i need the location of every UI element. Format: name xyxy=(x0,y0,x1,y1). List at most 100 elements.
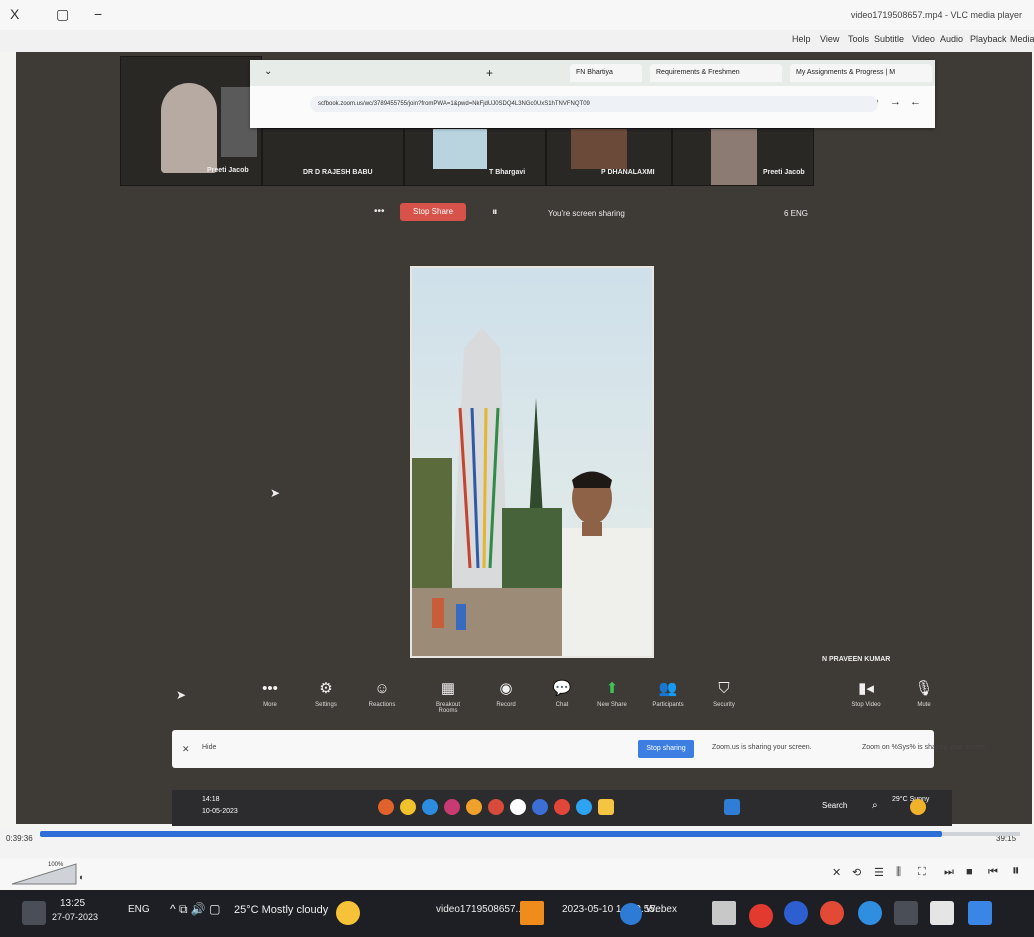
speaker-icon[interactable]: ◖ xyxy=(78,872,83,882)
edge-icon[interactable] xyxy=(858,901,882,925)
vlc-icon[interactable] xyxy=(520,901,544,925)
app-icon[interactable] xyxy=(784,901,808,925)
menu-view[interactable]: View xyxy=(820,34,839,44)
app-icon[interactable] xyxy=(532,799,548,815)
menu-help[interactable]: Help xyxy=(792,34,811,44)
chevron-down-icon[interactable]: ⌄ xyxy=(264,66,272,77)
app-icon[interactable] xyxy=(400,799,416,815)
breakout-rooms-icon: ▦ xyxy=(440,680,456,697)
breakout-rooms-button[interactable]: ▦ Breakout Rooms xyxy=(428,676,468,714)
maximize-window-button[interactable]: ▢ xyxy=(56,6,69,23)
record-button[interactable]: ◉ Record xyxy=(486,676,526,708)
vlc-menu-bar: Media Playback Audio Video Subtitle Tool… xyxy=(0,30,1034,52)
taskbar-search[interactable]: Search xyxy=(822,801,847,810)
new-share-button[interactable]: ⬆ New Share xyxy=(592,676,632,708)
pause-button[interactable]: ⏸ xyxy=(1012,862,1020,879)
browser-tab[interactable]: FN Bhartiya xyxy=(570,64,642,82)
taskbar-item-vlc[interactable]: video1719508657... xyxy=(436,904,524,915)
settings-button[interactable]: ⚙ Settings xyxy=(306,676,346,708)
toolbar-label: Participants xyxy=(652,702,684,708)
app-icon[interactable] xyxy=(510,799,526,815)
reactions-button[interactable]: ☺ Reactions xyxy=(362,676,402,708)
participant-name: Preeti Jacob xyxy=(763,169,805,176)
notify-text: Zoom on %Sys% is sharing your screen. xyxy=(862,744,989,751)
url-input[interactable]: scfbook.zoom.us/wc/3789455755/join?fromP… xyxy=(310,96,878,112)
participant-video xyxy=(161,83,217,173)
chrome-icon[interactable] xyxy=(820,901,844,925)
mouse-pointer-icon: ➤ xyxy=(176,688,187,702)
browser-tab[interactable]: My Assignments & Progress | M xyxy=(790,64,932,82)
stop-icon[interactable]: ■ xyxy=(966,866,973,878)
task-view-icon[interactable] xyxy=(894,901,918,925)
forward-icon[interactable]: → xyxy=(890,96,901,108)
menu-video[interactable]: Video xyxy=(912,34,935,44)
fullscreen-icon[interactable]: ⛶ xyxy=(918,866,926,879)
volume-slider[interactable] xyxy=(10,862,80,886)
menu-audio[interactable]: Audio xyxy=(940,34,963,44)
taskbar-item-webex[interactable]: Webex xyxy=(646,904,677,915)
menu-tools[interactable]: Tools xyxy=(848,34,869,44)
more-share-options[interactable]: ••• xyxy=(374,206,385,217)
chat-button[interactable]: 💬 Chat xyxy=(542,676,582,708)
shared-photo xyxy=(410,266,654,658)
participant-tile: Preeti Jacob xyxy=(120,56,262,186)
menu-media[interactable]: Media xyxy=(1010,34,1034,44)
share-status-text: You're screen sharing xyxy=(548,209,625,218)
speaker-name: N PRAVEEN KUMAR xyxy=(822,656,891,663)
system-tray-icons[interactable]: ^ ⧉ 🔊 ▢ xyxy=(170,902,220,917)
app-icon[interactable] xyxy=(444,799,460,815)
participant-name: P DHANALAXMI xyxy=(601,169,655,176)
stop-share-button[interactable]: Stop Share xyxy=(400,203,466,221)
participant-video xyxy=(571,129,627,169)
notification-icon[interactable] xyxy=(22,901,46,925)
pause-share-button[interactable]: ⏸ xyxy=(492,206,498,219)
stop-sharing-button[interactable]: Stop sharing xyxy=(638,740,694,758)
edge-icon[interactable] xyxy=(576,799,592,815)
playlist-icon[interactable]: ☰ xyxy=(874,866,884,879)
people-icon: 👥 xyxy=(658,680,678,697)
app-icon[interactable] xyxy=(378,799,394,815)
previous-icon[interactable]: ⏮ xyxy=(988,866,998,879)
app-icon[interactable] xyxy=(746,901,776,931)
search-icon[interactable]: ⌕ xyxy=(872,800,878,811)
new-tab-button[interactable]: + xyxy=(486,66,493,80)
security-button[interactable]: ⛉ Security xyxy=(704,676,744,708)
back-icon[interactable]: ← xyxy=(910,96,921,108)
language-indicator[interactable]: ENG xyxy=(128,904,150,915)
hide-notify-button[interactable]: Hide xyxy=(202,744,216,751)
mute-button[interactable]: 🎙 Mute xyxy=(904,676,944,708)
start-icon[interactable] xyxy=(724,799,740,815)
app-icon[interactable] xyxy=(422,799,438,815)
volume-level: 100% xyxy=(48,862,64,868)
participant-tile: T Bhargavi xyxy=(404,128,546,186)
menu-subtitle[interactable]: Subtitle xyxy=(874,34,904,44)
chrome-icon[interactable] xyxy=(554,799,570,815)
close-icon[interactable]: ✕ xyxy=(182,744,190,755)
next-icon[interactable]: ⏭ xyxy=(944,866,954,879)
toolbar-label: Chat xyxy=(555,702,569,708)
participant-video xyxy=(711,129,757,185)
browser-tab[interactable]: Requirements & Freshmen xyxy=(650,64,782,82)
shuffle-icon[interactable]: ✕ xyxy=(832,866,841,879)
browser-window: My Assignments & Progress | M Requiremen… xyxy=(250,60,935,128)
search-icon[interactable] xyxy=(930,901,954,925)
webex-icon[interactable] xyxy=(620,903,642,925)
start-icon[interactable] xyxy=(968,901,992,925)
menu-playback[interactable]: Playback xyxy=(970,34,1007,44)
more-button[interactable]: ••• More xyxy=(250,676,290,708)
extended-settings-icon[interactable]: ⫼ xyxy=(896,866,901,879)
app-icon[interactable] xyxy=(466,799,482,815)
stop-video-button[interactable]: ▮◂ Stop Video xyxy=(846,676,886,708)
mouse-pointer-icon: ➤ xyxy=(270,486,281,500)
toolbar-label: Breakout Rooms xyxy=(435,702,460,714)
participants-button[interactable]: 👥 Participants xyxy=(648,676,688,708)
toolbar-label: More xyxy=(263,702,277,708)
weather-widget[interactable]: 25°C Mostly cloudy xyxy=(234,904,328,916)
app-icon[interactable] xyxy=(488,799,504,815)
folder-icon[interactable] xyxy=(712,901,736,925)
minimize-window-button[interactable]: − xyxy=(94,6,102,22)
file-explorer-icon[interactable] xyxy=(598,799,614,815)
loop-icon[interactable]: ⟲ xyxy=(852,866,861,879)
toolbar-label: Record xyxy=(496,702,516,708)
close-window-button[interactable]: X xyxy=(10,6,19,22)
